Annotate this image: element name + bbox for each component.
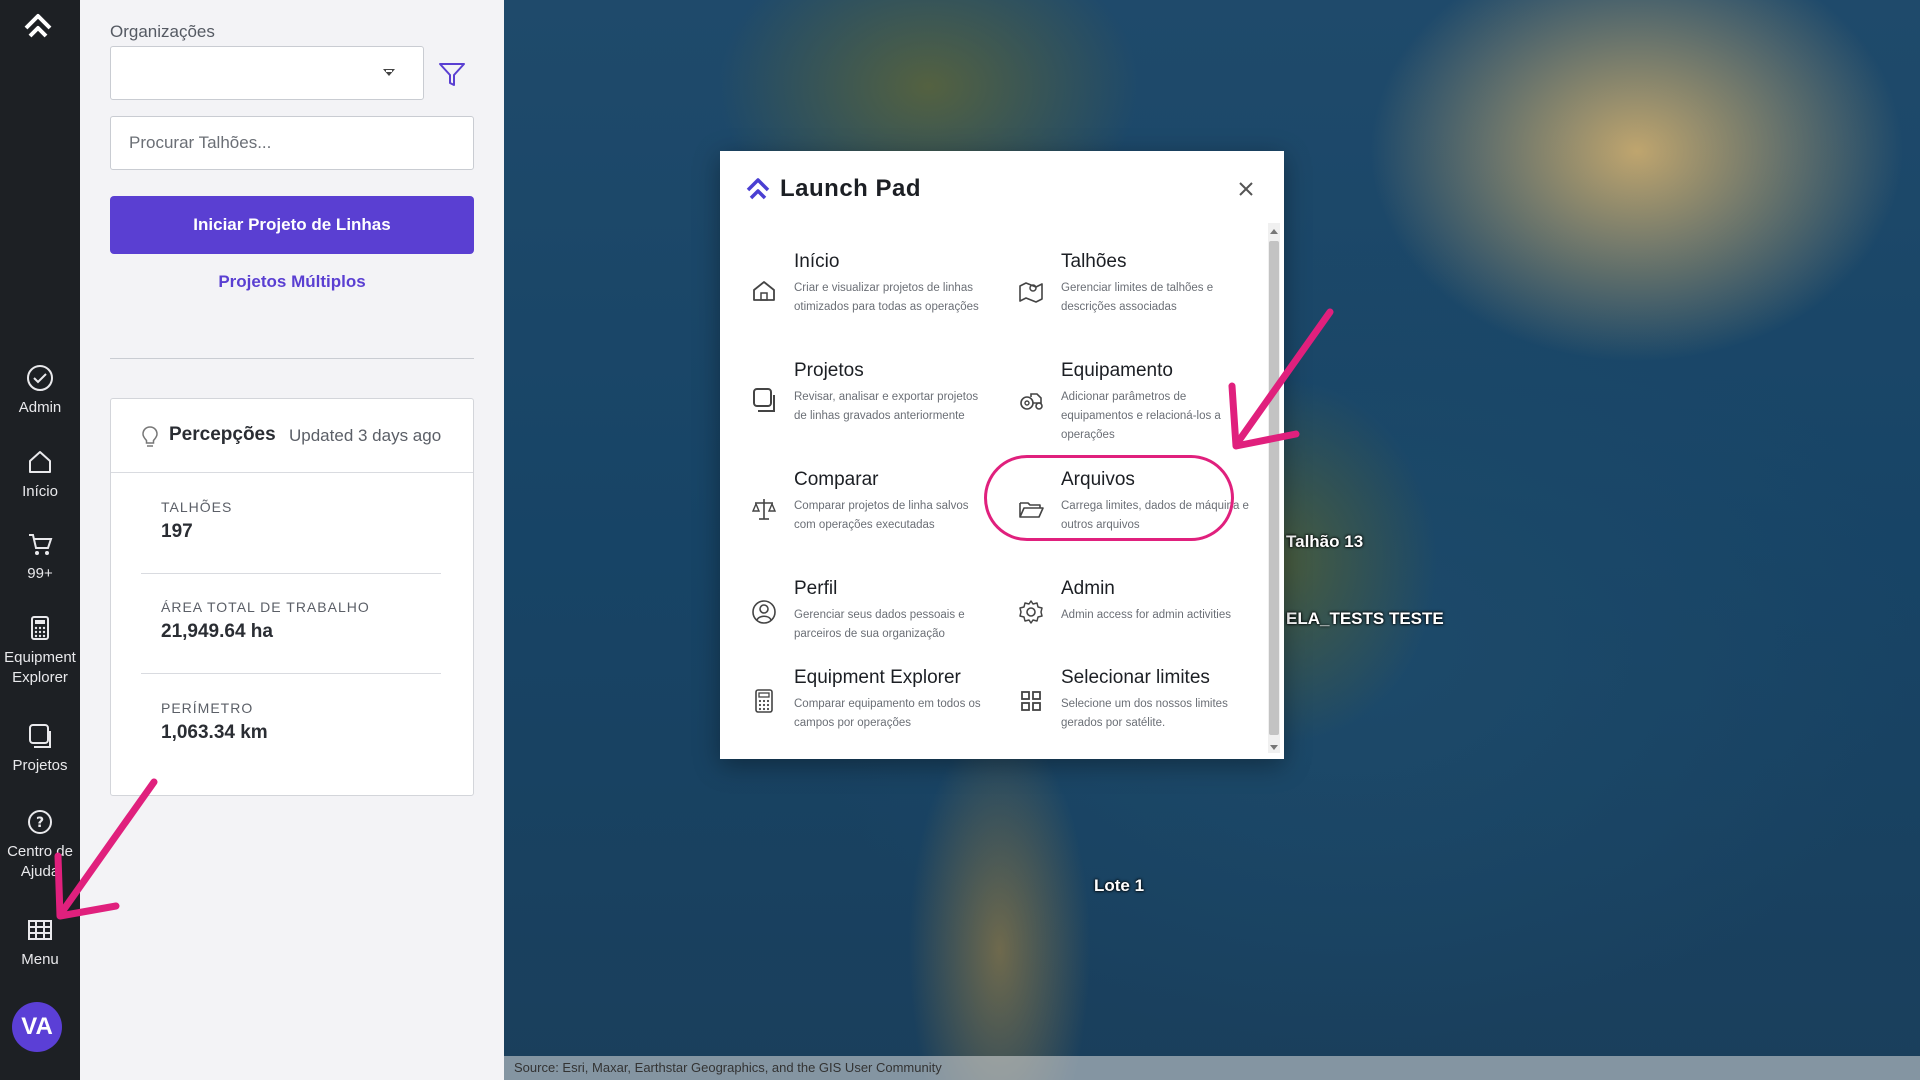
insights-card: Percepções Updated 3 days ago TALHÕES 19… (110, 398, 474, 796)
rail-item-admin[interactable]: Admin (0, 364, 80, 418)
launchpad-item-equipment-explorer[interactable]: Equipment Explorer Comparar equipamento … (750, 667, 1000, 737)
projects-icon (29, 724, 51, 748)
home-icon (753, 281, 775, 301)
item-title: Projetos (794, 360, 864, 381)
insights-header: Percepções Updated 3 days ago (111, 399, 473, 473)
insights-updated: Updated 3 days ago (289, 426, 442, 445)
item-description: Criar e visualizar projetos de linhas ot… (794, 282, 979, 313)
rail-item-label: Admin (18, 399, 62, 416)
calculator-icon (755, 689, 773, 713)
launchpad-item-selecionar-limites[interactable]: Selecionar limites Selecione um dos noss… (1017, 667, 1267, 737)
stat-total-area: ÁREA TOTAL DE TRABALHO 21,949.64 ha (161, 599, 451, 643)
cart-icon (29, 534, 53, 555)
stat-value: 1,063.34 km (161, 722, 268, 743)
map-label-field[interactable]: ELA_TESTS TESTE (1286, 609, 1444, 629)
item-description: Admin access for admin activities (1061, 609, 1232, 621)
filter-icon[interactable] (436, 58, 468, 90)
stat-fields: TALHÕES 197 (161, 499, 451, 543)
gear-icon (1019, 600, 1043, 624)
search-input[interactable] (110, 116, 474, 170)
tractor-icon (1020, 393, 1043, 410)
projects-icon (753, 388, 775, 412)
item-title: Admin (1061, 578, 1115, 599)
stat-label: PERÍMETRO (161, 700, 254, 716)
user-icon (752, 600, 776, 624)
rail-item-inicio[interactable]: Início (0, 448, 80, 502)
item-title: Perfil (794, 578, 838, 599)
organization-label: Organizações (110, 22, 215, 41)
scroll-up-icon[interactable] (1270, 229, 1278, 234)
divider (141, 673, 441, 674)
calculator-icon (31, 616, 49, 640)
stat-perimeter: PERÍMETRO 1,063.34 km (161, 700, 451, 744)
check-circle-icon (27, 365, 53, 391)
annotation-arrow-icon (54, 778, 158, 920)
launchpad-item-admin[interactable]: Admin Admin access for admin activities (1017, 578, 1267, 648)
rail-item-label: Início (22, 483, 58, 500)
item-description: Comparar equipamento em todos os campos … (794, 698, 981, 729)
launchpad-item-perfil[interactable]: Perfil Gerenciar seus dados pessoais e p… (750, 578, 1000, 648)
item-title: Equipment Explorer (794, 667, 961, 688)
app-logo-icon (746, 178, 770, 200)
map-label-field[interactable]: Lote 1 (1094, 876, 1144, 896)
close-icon[interactable] (1234, 177, 1258, 201)
rail-item-label: Menu (21, 951, 59, 968)
dialog-title: Launch Pad (780, 175, 922, 202)
item-description: Selecione um dos nossos limites gerados … (1061, 698, 1228, 729)
item-description: Revisar, analisar e exportar projetos de… (794, 391, 979, 422)
stat-label: TALHÕES (161, 499, 233, 515)
scale-icon (751, 499, 777, 520)
rail-item-cart[interactable]: 99+ (0, 530, 80, 584)
chevron-down-icon (383, 69, 395, 76)
start-line-project-button[interactable]: Iniciar Projeto de Linhas (110, 196, 474, 254)
divider (110, 358, 474, 359)
item-description: Comparar projetos de linha salvos com op… (794, 500, 969, 531)
stat-value: 197 (161, 521, 193, 542)
stat-label: ÁREA TOTAL DE TRABALHO (161, 599, 370, 615)
item-title: Início (794, 251, 840, 272)
rail-item-label: 99+ (27, 565, 53, 582)
multiple-projects-link[interactable]: Projetos Múltiplos (110, 272, 474, 292)
rail-item-equipment-explorer[interactable]: Equipment Explorer (0, 614, 80, 688)
rail-item-projetos[interactable]: Projetos (0, 722, 80, 776)
map-label-field[interactable]: Talhão 13 (1286, 532, 1363, 552)
svg-text:?: ? (36, 815, 44, 831)
organization-select[interactable] (110, 46, 424, 100)
item-title: Selecionar limites (1061, 667, 1210, 688)
item-title: Comparar (794, 469, 879, 490)
app-logo-icon[interactable] (20, 8, 56, 44)
item-title: Talhões (1061, 251, 1127, 272)
rail-item-label: Projetos (12, 757, 68, 774)
launchpad-item-comparar[interactable]: Comparar Comparar projetos de linha salv… (750, 469, 1000, 549)
item-title: Equipamento (1061, 360, 1173, 381)
annotation-arrow-icon (1228, 308, 1334, 450)
map-icon (1019, 282, 1043, 303)
stat-value: 21,949.64 ha (161, 621, 273, 642)
launchpad-item-projetos[interactable]: Projetos Revisar, analisar e exportar pr… (750, 360, 1000, 440)
rail-item-label: Equipment Explorer (4, 649, 76, 686)
insights-title: Percepções (169, 424, 276, 445)
home-icon (29, 451, 51, 473)
item-description: Gerenciar seus dados pessoais e parceiro… (794, 609, 965, 640)
map-attribution: Source: Esri, Maxar, Earthstar Geographi… (504, 1056, 1920, 1080)
highlight-ring (984, 455, 1234, 541)
lightbulb-icon (142, 426, 158, 447)
divider (141, 573, 441, 574)
grid-icon (1021, 691, 1041, 711)
avatar[interactable]: VA (12, 1002, 62, 1052)
launchpad-item-inicio[interactable]: Início Criar e visualizar projetos de li… (750, 251, 1000, 331)
scroll-down-icon[interactable] (1270, 745, 1278, 750)
